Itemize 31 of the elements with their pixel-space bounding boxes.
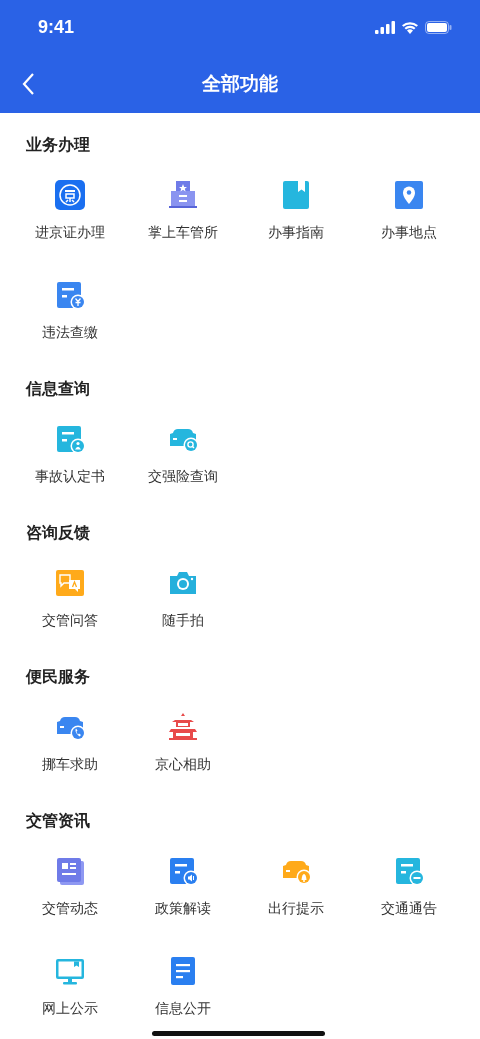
status-time: 9:41 bbox=[38, 17, 75, 38]
feature-button[interactable]: 进京证办理 bbox=[13, 157, 126, 257]
section-title: 信息查询 bbox=[24, 378, 91, 400]
building-icon bbox=[166, 179, 199, 211]
feature-button[interactable]: 挪车求助 bbox=[13, 689, 126, 789]
signal-icon bbox=[375, 21, 395, 34]
feature-button[interactable]: 违法查缴 bbox=[13, 257, 126, 357]
emblem-icon bbox=[53, 179, 86, 211]
section-title: 便民服务 bbox=[24, 666, 91, 688]
location-pin-icon bbox=[392, 179, 425, 211]
feature-button[interactable]: 办事地点 bbox=[352, 157, 465, 257]
feature-button[interactable]: 事故认定书 bbox=[13, 401, 126, 501]
feature-button[interactable]: 京心相助 bbox=[126, 689, 239, 789]
feature-button[interactable]: 交管动态 bbox=[13, 833, 126, 933]
feature-button[interactable]: 网上公示 bbox=[13, 933, 126, 1033]
feature-button[interactable]: 掌上车管所 bbox=[126, 157, 239, 257]
feature-button[interactable]: 办事指南 bbox=[239, 157, 352, 257]
battery-icon bbox=[425, 21, 452, 34]
feature-button[interactable]: 出行提示 bbox=[239, 833, 352, 933]
page-title: 全部功能 bbox=[202, 71, 278, 96]
section-title: 交管资讯 bbox=[25, 810, 91, 832]
feature-button[interactable]: 交强险查询 bbox=[126, 401, 239, 501]
chat-bubbles-icon bbox=[53, 567, 86, 599]
feature-button[interactable]: 随手拍 bbox=[126, 545, 239, 645]
feature-button[interactable]: 交通通告 bbox=[352, 833, 465, 933]
section-title: 咨询反馈 bbox=[25, 522, 91, 544]
feature-button[interactable]: 交管问答 bbox=[13, 545, 126, 645]
section-title: 业务办理 bbox=[25, 134, 91, 156]
wifi-icon bbox=[401, 21, 419, 34]
temple-icon bbox=[166, 711, 199, 743]
feature-button[interactable]: 政策解读 bbox=[126, 833, 239, 933]
